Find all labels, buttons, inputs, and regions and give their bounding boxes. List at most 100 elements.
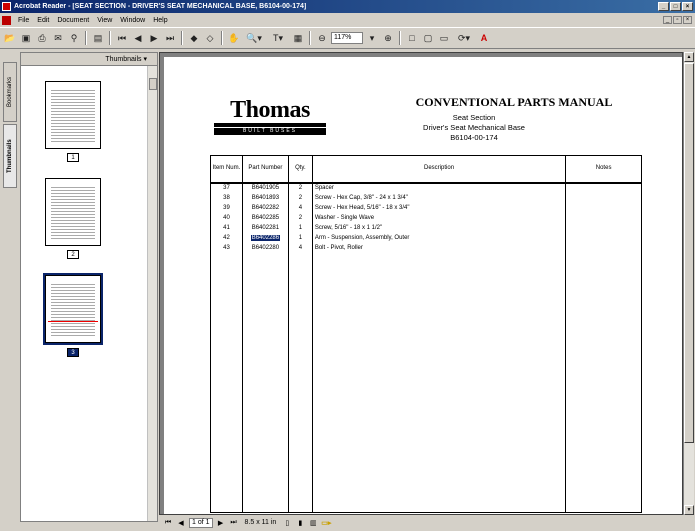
menu-document[interactable]: Document (53, 17, 93, 24)
last-page-icon[interactable]: ⏭ (229, 518, 239, 528)
previous-page-icon[interactable]: ◀ (176, 518, 186, 528)
window-title: Acrobat Reader - [SEAT SECTION - DRIVER'… (14, 3, 307, 10)
page-number-field[interactable]: 1 of 1 (189, 517, 213, 528)
view-area-indicator[interactable] (48, 321, 98, 322)
maximize-button[interactable]: □ (670, 2, 681, 11)
zoom-out-icon[interactable]: ⊖ (315, 31, 329, 45)
pages-tab-icon[interactable]: ▭▸ (321, 518, 331, 528)
document-window-controls: _ ▫ × (663, 16, 692, 24)
toolbar: 📂 ▣ ⎙ ✉ ⚲ ▤ ⏮ ◀ ▶ ⏭ ◆ ◇ ✋ 🔍▾ T▾ ▦ ⊖ 117%… (0, 27, 695, 49)
hand-tool-icon[interactable]: ✋ (227, 31, 241, 45)
table-row: 38 B6401893 2 Screw - Hex Cap, 3/8" - 24… (210, 192, 642, 203)
navigation-tabs: Thumbnails Bookmarks (3, 52, 19, 522)
header-notes: Notes (565, 155, 642, 184)
toolbar-separator (109, 31, 111, 45)
acrobat-app-icon (2, 2, 11, 11)
page-thumbnail-1[interactable] (45, 81, 101, 149)
table-row: 43 B6402280 4 Bolt - Pivot, Roller (210, 242, 642, 253)
single-page-layout-icon[interactable]: ▯ (282, 518, 292, 528)
toolbar-separator (181, 31, 183, 45)
menu-help[interactable]: Help (149, 17, 171, 24)
thumbnails-scrollbar[interactable] (147, 66, 157, 521)
document-menu-icon[interactable] (2, 15, 11, 25)
table-row: 41 B6402281 1 Screw, 5/16" - 18 x 1 1/2" (210, 222, 642, 233)
first-page-icon[interactable]: ⏮ (163, 518, 173, 528)
toolbar-separator (85, 31, 87, 45)
menu-file[interactable]: File (14, 17, 33, 24)
page-thumbnail-3[interactable] (43, 273, 103, 345)
section-name: Seat Section (452, 113, 496, 122)
save-icon[interactable]: ▣ (19, 31, 33, 45)
close-button[interactable]: × (682, 2, 693, 11)
facing-layout-icon[interactable]: ▥ (308, 518, 318, 528)
menu-edit[interactable]: Edit (33, 17, 53, 24)
last-page-icon[interactable]: ⏭ (163, 31, 177, 45)
toolbar-separator (309, 31, 311, 45)
open-icon[interactable]: 📂 (3, 31, 17, 45)
print-icon[interactable]: ⎙ (35, 31, 49, 45)
table-row-selected: 42 B6402286 1 Arm - Suspension, Assembly… (210, 232, 642, 243)
doc-minimize-button[interactable]: _ (663, 16, 672, 24)
table-empty-area (210, 252, 642, 513)
search-icon[interactable]: ⚲ (67, 31, 81, 45)
text-select-tool-icon[interactable]: T▾ (267, 31, 289, 45)
scroll-up-arrow[interactable]: ▲ (684, 52, 694, 62)
zoom-dropdown-icon[interactable]: ▾ (365, 31, 379, 45)
assembly-name: Driver's Seat Mechanical Base (423, 123, 525, 132)
tab-bookmarks[interactable]: Bookmarks (3, 62, 17, 122)
next-page-icon[interactable]: ▶ (216, 518, 226, 528)
next-page-icon[interactable]: ▶ (147, 31, 161, 45)
header-description: Description (311, 155, 567, 184)
doc-restore-button[interactable]: ▫ (673, 16, 682, 24)
header-item-num: Item Num. (210, 155, 243, 184)
minimize-button[interactable]: _ (658, 2, 669, 11)
page-thumbnail-2[interactable] (45, 178, 101, 246)
document-viewport[interactable]: Thomas BUILT BUSES CONVENTIONAL PARTS MA… (159, 52, 683, 515)
thumbnails-panel-menu[interactable]: Thumbnails ▾ (21, 53, 157, 66)
header-part-number: Part Number (241, 155, 289, 184)
scroll-down-arrow[interactable]: ▼ (684, 505, 694, 515)
page-thumbnail-label-selected: 3 (67, 348, 79, 357)
menu-window[interactable]: Window (116, 17, 149, 24)
thumbnails-panel: Thumbnails ▾ 1 2 3 (20, 52, 158, 522)
continuous-layout-icon[interactable]: ▮ (295, 518, 305, 528)
previous-page-icon[interactable]: ◀ (131, 31, 145, 45)
doc-close-button[interactable]: × (683, 16, 692, 24)
menu-bar: File Edit Document View Window Help _ ▫ … (0, 14, 695, 26)
zoom-in-icon[interactable]: ⊕ (381, 31, 395, 45)
go-back-icon[interactable]: ◆ (187, 31, 201, 45)
pdf-page: Thomas BUILT BUSES CONVENTIONAL PARTS MA… (164, 57, 682, 514)
first-page-icon[interactable]: ⏮ (115, 31, 129, 45)
toolbar-separator (399, 31, 401, 45)
go-forward-icon[interactable]: ◇ (203, 31, 217, 45)
zoom-input[interactable]: 117% (331, 32, 363, 44)
zoom-tool-icon[interactable]: 🔍▾ (243, 31, 265, 45)
page-thumbnail-label: 1 (67, 153, 79, 162)
toolbar-separator (221, 31, 223, 45)
manual-title: CONVENTIONAL PARTS MANUAL (415, 95, 613, 109)
fit-page-icon[interactable]: ▢ (421, 31, 435, 45)
header-qty: Qty. (287, 155, 313, 184)
show-hide-navigation-icon[interactable]: ▤ (91, 31, 105, 45)
scroll-thumb[interactable] (684, 63, 694, 443)
title-bar: Acrobat Reader - [SEAT SECTION - DRIVER'… (0, 0, 695, 13)
page-thumbnail-label: 2 (67, 250, 79, 259)
actual-size-icon[interactable]: □ (405, 31, 419, 45)
assembly-number: B6104-00-174 (450, 133, 498, 142)
parts-table: Item Num. Part Number Qty. Description N… (210, 155, 642, 513)
menu-view[interactable]: View (93, 17, 116, 24)
document-vertical-scrollbar[interactable]: ▲ ▼ (683, 52, 694, 515)
table-row: 39 B6402282 4 Screw - Hex Head, 5/16" - … (210, 202, 642, 213)
table-row: 37 B6401905 2 Spacer (210, 182, 642, 193)
rotate-view-icon[interactable]: ⟳▾ (453, 31, 475, 45)
thomas-logo: Thomas BUILT BUSES (214, 97, 326, 137)
status-bar: ⏮ ◀ 1 of 1 ▶ ⏭ 8.5 x 11 in ▯ ▮ ▥ ▭▸ (159, 516, 695, 529)
table-row: 40 B6402285 2 Washer - Single Wave (210, 212, 642, 223)
adobe-online-icon[interactable]: A (477, 31, 491, 45)
email-icon[interactable]: ✉ (51, 31, 65, 45)
column-select-icon[interactable]: ▦ (291, 31, 305, 45)
tab-thumbnails[interactable]: Thumbnails (3, 124, 17, 188)
acrobat-window: Acrobat Reader - [SEAT SECTION - DRIVER'… (0, 0, 695, 531)
selected-part-number[interactable]: B6402286 (250, 234, 281, 241)
fit-width-icon[interactable]: ▭ (437, 31, 451, 45)
